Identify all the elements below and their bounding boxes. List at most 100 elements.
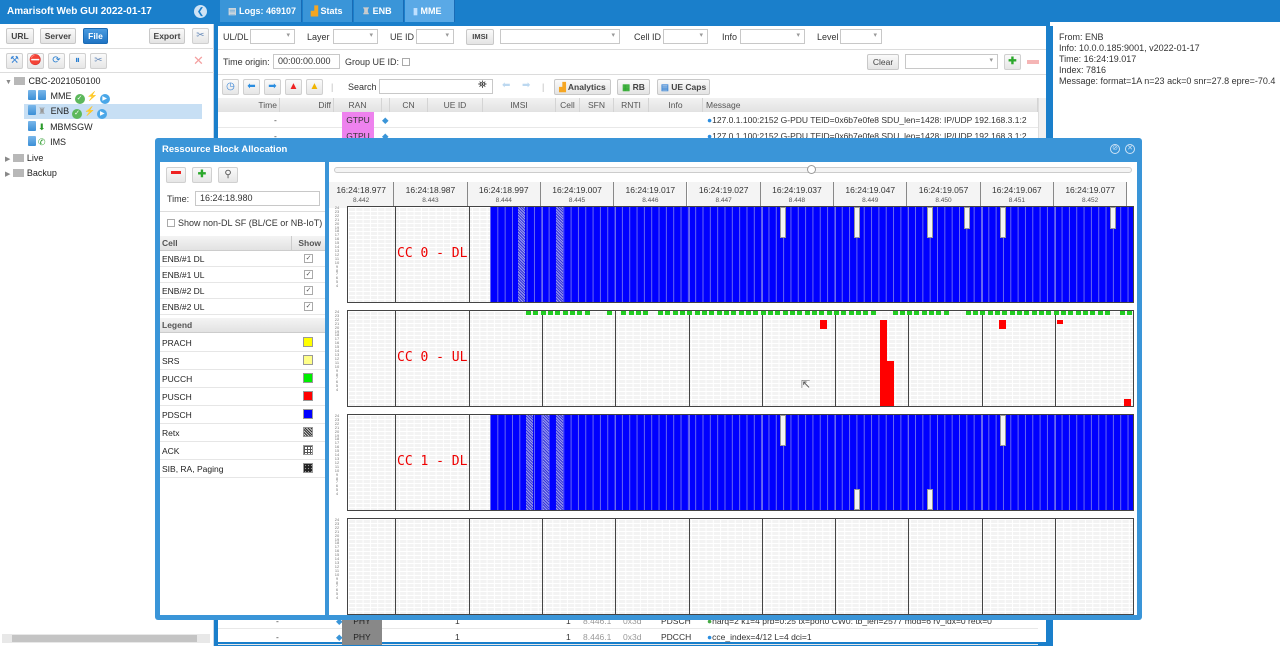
wrench-icon[interactable]: ⚒ bbox=[6, 53, 23, 69]
column-info[interactable]: Info bbox=[649, 98, 703, 112]
server-button[interactable]: Server bbox=[40, 28, 76, 44]
tree-node-ims[interactable]: ✆ IMS bbox=[28, 135, 66, 150]
tree-node-live[interactable]: ▶ Live bbox=[5, 151, 43, 166]
column-time[interactable]: Time bbox=[218, 98, 280, 112]
show-checkbox[interactable]: ✓ bbox=[304, 302, 313, 311]
layer-label: Layer bbox=[307, 32, 330, 42]
cellid-select[interactable] bbox=[663, 29, 708, 44]
subframe-divider bbox=[468, 311, 470, 406]
column-sfn[interactable]: SFN bbox=[580, 98, 614, 112]
ueid-select[interactable] bbox=[416, 29, 454, 44]
column-cn[interactable]: CN bbox=[390, 98, 428, 112]
level-select[interactable] bbox=[840, 29, 882, 44]
empty-slot bbox=[964, 207, 970, 229]
dialog-title[interactable]: Ressource Block Allocation bbox=[162, 144, 287, 155]
column-imsi[interactable]: IMSI bbox=[483, 98, 556, 112]
pucch-block bbox=[577, 311, 583, 315]
binoculars-icon[interactable]: ⛯ bbox=[478, 79, 487, 92]
arrow-left-icon[interactable]: ⬅ bbox=[243, 79, 260, 95]
tree-node-mme[interactable]: MME ✓ ⚡ ▶ bbox=[28, 89, 110, 104]
collapse-sidebar-icon[interactable]: ❮ bbox=[194, 5, 207, 18]
minus-icon bbox=[171, 171, 181, 174]
horizontal-scrollbar[interactable] bbox=[2, 634, 210, 643]
add-icon[interactable]: ✚ bbox=[1004, 54, 1021, 70]
error-icon[interactable]: ▲ bbox=[285, 79, 302, 95]
log-row[interactable]: - GTPU ◆ ●127.0.1.100:2152 G-PDU TEID=0x… bbox=[218, 112, 1038, 128]
zoom-in-button[interactable]: ✚ bbox=[192, 167, 212, 183]
slider-handle[interactable] bbox=[807, 165, 816, 174]
imsi-button[interactable]: IMSI bbox=[466, 29, 494, 45]
disconnect-icon[interactable]: ✂ bbox=[90, 53, 107, 69]
tree-node-backup[interactable]: ▶ Backup bbox=[5, 166, 57, 181]
show-non-dl-checkbox[interactable] bbox=[167, 219, 175, 227]
tab-enb[interactable]: ♜ ENB bbox=[354, 0, 404, 22]
imsi-select[interactable] bbox=[500, 29, 620, 44]
pucch-block bbox=[899, 311, 905, 315]
panel-label: CC 0 - DL bbox=[397, 246, 468, 261]
warning-icon[interactable]: ▲ bbox=[306, 79, 323, 95]
minimize-icon[interactable]: ⊘ bbox=[1110, 144, 1120, 154]
close-icon[interactable]: ✕ bbox=[193, 53, 204, 69]
time-slider[interactable] bbox=[334, 165, 1132, 174]
tree-node-mbmsgw[interactable]: ⬇ MBMSGW bbox=[28, 120, 93, 135]
column-ueid[interactable]: UE ID bbox=[428, 98, 483, 112]
analytics-button[interactable]: ▟ Analytics bbox=[554, 79, 611, 95]
play-icon[interactable]: ▶ bbox=[97, 109, 108, 119]
tab-mme[interactable]: ▮ MME bbox=[405, 0, 455, 22]
pause-icon[interactable]: ⏸ bbox=[69, 53, 86, 69]
export-button[interactable]: Export bbox=[149, 28, 185, 44]
column-rnti[interactable]: RNTI bbox=[614, 98, 649, 112]
search-button[interactable]: ⚲ bbox=[218, 167, 238, 183]
bolt-icon: ⚡ bbox=[86, 91, 98, 101]
search-label: Search bbox=[348, 82, 377, 92]
app-title: Amarisoft Web GUI 2022-01-17 bbox=[0, 0, 214, 24]
time-input[interactable]: 16:24:18.980 bbox=[195, 191, 320, 206]
search-input[interactable] bbox=[379, 79, 493, 94]
search-next-icon[interactable]: ➡ bbox=[522, 80, 530, 91]
scrollbar-thumb[interactable] bbox=[12, 635, 197, 642]
server-icon bbox=[38, 90, 46, 100]
refresh-icon[interactable]: ⟳ bbox=[48, 53, 65, 69]
info-select[interactable] bbox=[740, 29, 805, 44]
group-ueid-label: Group UE ID: bbox=[345, 57, 400, 67]
show-checkbox[interactable]: ✓ bbox=[304, 270, 313, 279]
stop-icon[interactable]: ⛔ bbox=[27, 53, 44, 69]
uldl-select[interactable] bbox=[250, 29, 295, 44]
layer-select[interactable] bbox=[333, 29, 378, 44]
rb-grid-4[interactable] bbox=[347, 518, 1134, 615]
clock-icon[interactable]: ◷ bbox=[222, 79, 239, 95]
clear-button[interactable]: Clear bbox=[867, 54, 899, 70]
pucch-block bbox=[943, 311, 949, 315]
time-origin-input[interactable]: 00:00:00.000 bbox=[273, 54, 340, 69]
subframe-divider bbox=[1055, 415, 1056, 510]
group-ueid-checkbox[interactable] bbox=[402, 58, 410, 66]
tab-logs[interactable]: ▤ Logs: 469107 bbox=[220, 0, 302, 22]
play-icon[interactable]: ▶ bbox=[99, 94, 110, 104]
plug-icon[interactable]: ✂ bbox=[192, 28, 209, 44]
tree-node-enb[interactable]: ♜ ENB ✓ ⚡ ▶ bbox=[24, 104, 202, 119]
pucch-block bbox=[555, 311, 561, 315]
log-row[interactable]: - ◆ PHY 1 1 8.446.1 0x3d PDCCH ●cce_inde… bbox=[218, 629, 1038, 645]
rb-button[interactable]: ▦ RB bbox=[617, 79, 650, 95]
column-message[interactable]: Message bbox=[703, 98, 1038, 112]
timeline-subframe: 8.449 bbox=[862, 197, 879, 204]
column-ran[interactable]: RAN bbox=[334, 98, 382, 112]
tree-node-root[interactable]: ▼ CBC-2021050100 bbox=[5, 74, 101, 89]
show-checkbox[interactable]: ✓ bbox=[304, 254, 313, 263]
remove-icon[interactable] bbox=[1027, 60, 1039, 64]
file-button[interactable]: File bbox=[83, 28, 108, 44]
arrow-right-icon[interactable]: ➡ bbox=[264, 79, 281, 95]
column-diff[interactable]: Diff bbox=[280, 98, 334, 112]
column-cell[interactable]: Cell bbox=[556, 98, 580, 112]
timeline-column: 16:24:19.057 8.450 bbox=[907, 182, 981, 208]
zoom-out-button[interactable] bbox=[166, 167, 186, 183]
detail-message: Message: format=1A n=23 ack=0 snr=27.8 e… bbox=[1059, 76, 1276, 86]
cell-row: ENB/#2 UL ✓ bbox=[160, 299, 325, 315]
show-checkbox[interactable]: ✓ bbox=[304, 286, 313, 295]
ue-caps-button[interactable]: ▤ UE Caps bbox=[657, 79, 710, 95]
url-button[interactable]: URL bbox=[6, 28, 34, 44]
tab-stats[interactable]: ▟ Stats bbox=[303, 0, 353, 22]
close-icon[interactable]: ✕ bbox=[1125, 144, 1135, 154]
preset-select[interactable] bbox=[905, 54, 998, 69]
search-prev-icon[interactable]: ⬅ bbox=[502, 80, 510, 91]
